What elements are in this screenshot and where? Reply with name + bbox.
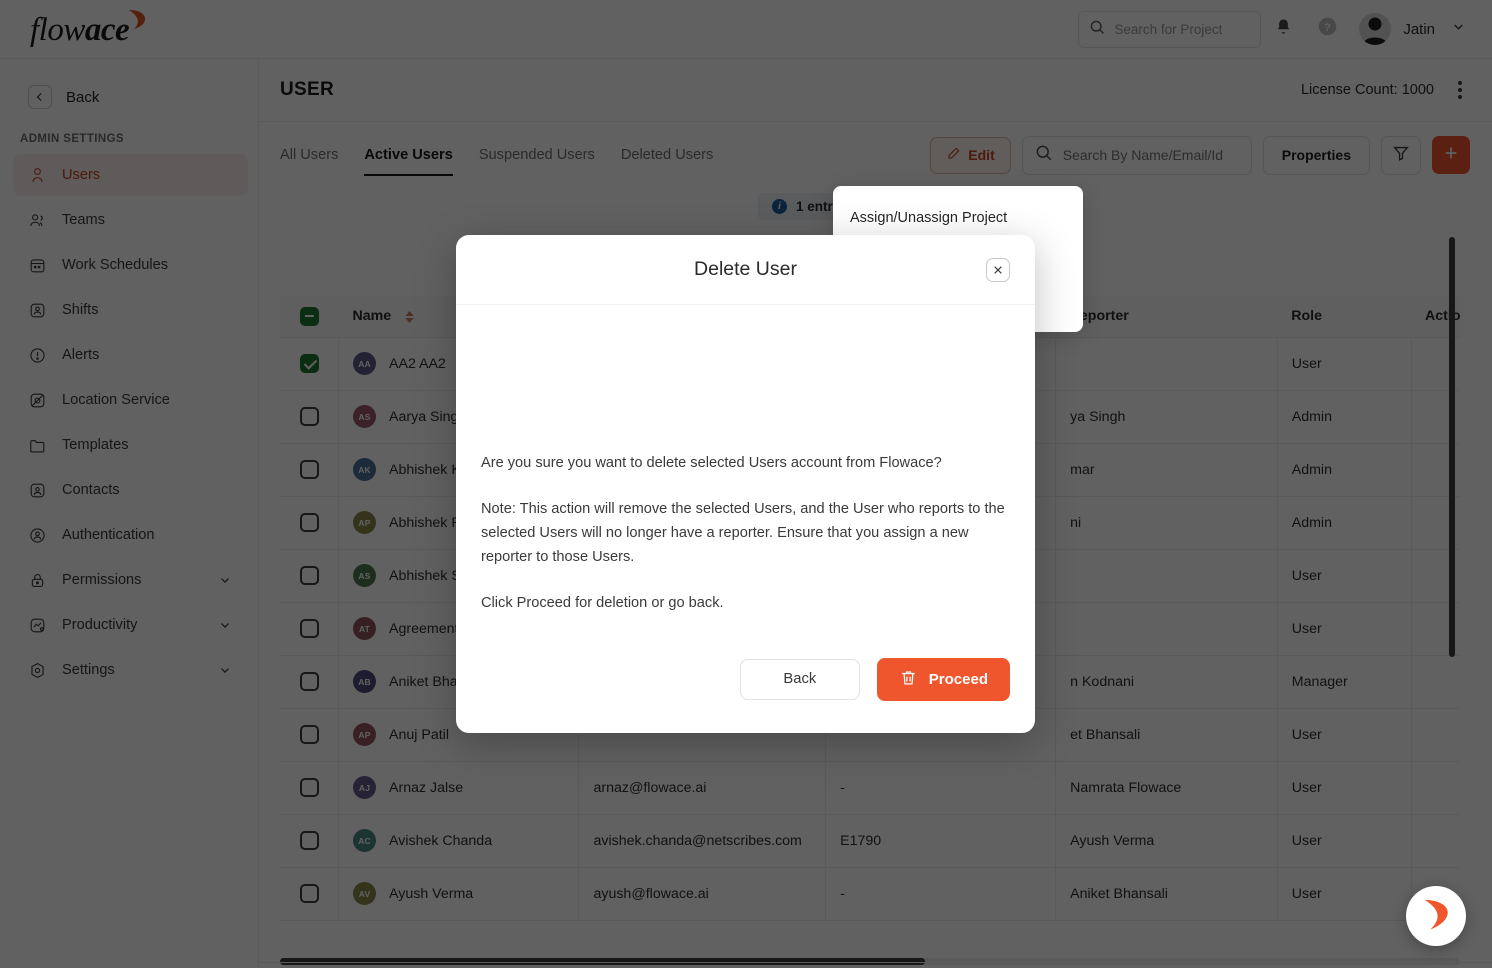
modal-back-button[interactable]: Back — [739, 658, 860, 700]
modal-question: Are you sure you want to delete selected… — [481, 455, 942, 471]
modal-header: Delete User — [456, 235, 1035, 305]
modal-footer: Back Proceed — [456, 637, 1035, 733]
app-root: flowace ? — [0, 0, 1492, 968]
modal-body: Are you sure you want to delete selected… — [456, 305, 1035, 637]
modal-note: Note: This action will remove the select… — [481, 501, 1005, 565]
delete-user-modal: Delete User Are you sure you want to del… — [456, 235, 1035, 733]
modal-instruction: Click Proceed for deletion or go back. — [481, 595, 724, 611]
modal-title: Delete User — [694, 258, 797, 280]
close-icon[interactable] — [986, 258, 1010, 282]
modal-proceed-label: Proceed — [928, 670, 988, 688]
modal-proceed-button[interactable]: Proceed — [876, 657, 1010, 701]
flowace-swoosh-icon — [1419, 897, 1453, 936]
support-chat-button[interactable] — [1406, 886, 1466, 946]
trash-icon — [899, 668, 918, 691]
dropdown-item-assign-unassign-project[interactable]: Assign/Unassign Project — [833, 202, 1083, 234]
